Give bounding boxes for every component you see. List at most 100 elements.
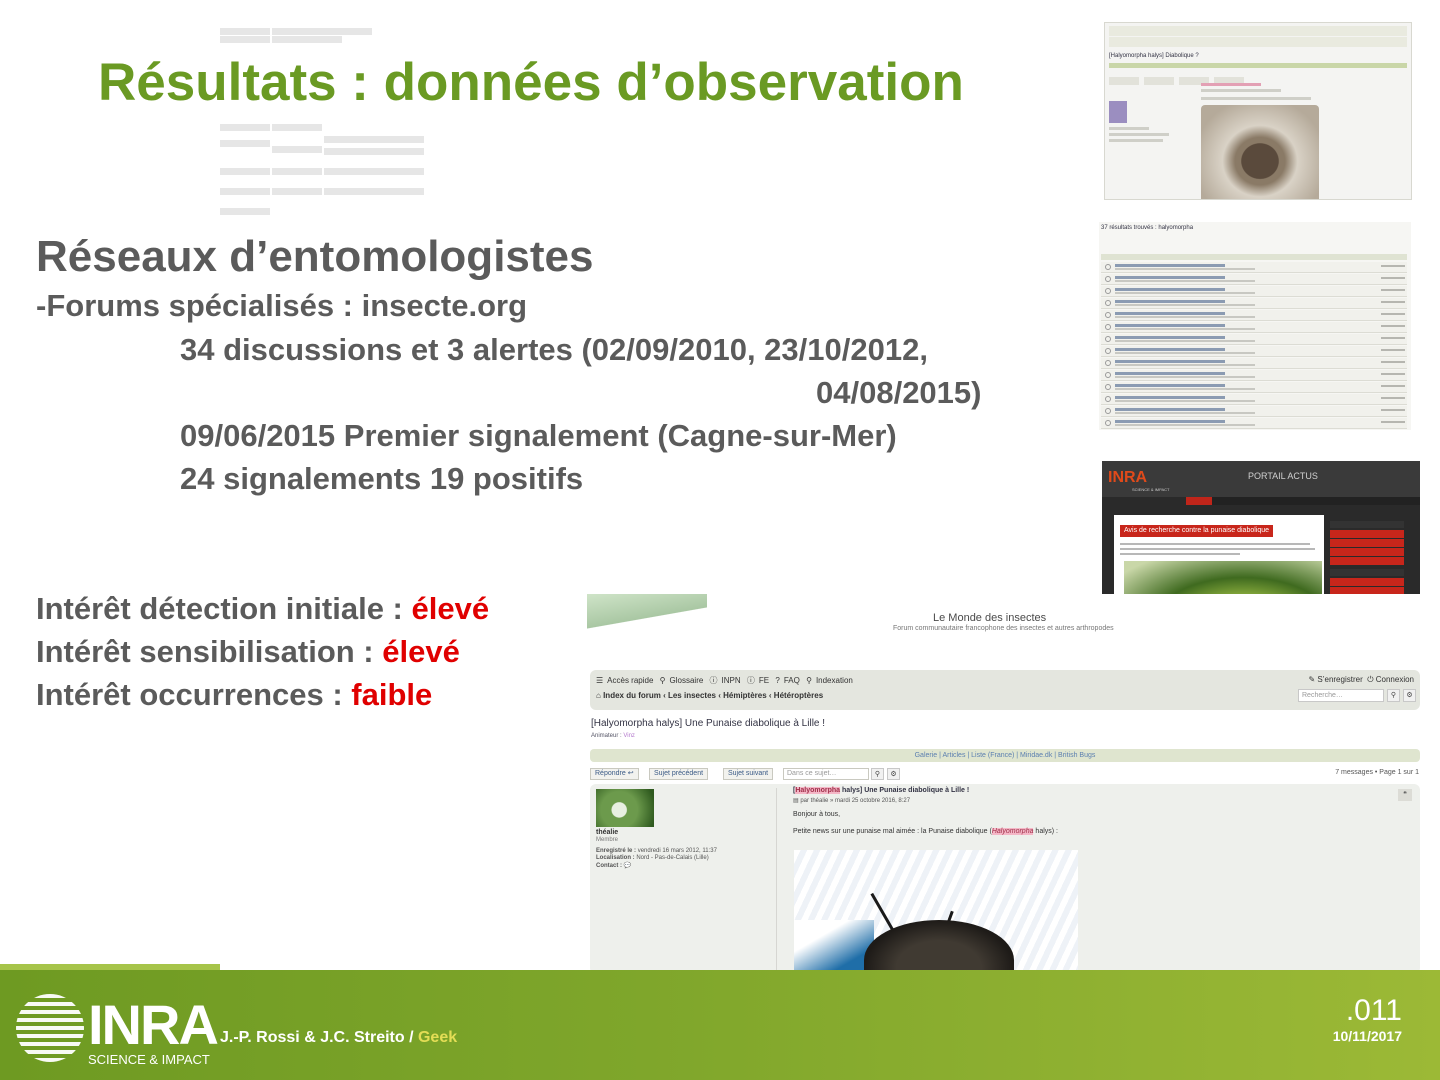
table-row: [1101, 370, 1407, 381]
resource-links[interactable]: Galerie | Articles | Liste (France) | Mi…: [590, 749, 1420, 762]
nav-inpn[interactable]: INPN: [722, 676, 741, 685]
interest-value: élevé: [411, 591, 490, 626]
link-icon: ⚲: [806, 676, 812, 685]
breadcrumb-text[interactable]: Index du forum ‹ Les insectes ‹ Hémiptèr…: [603, 691, 823, 700]
authors: J.-P. Rossi & J.C. Streito / Geek: [220, 1029, 458, 1046]
forum-navbar: [1109, 26, 1407, 36]
register-link[interactable]: S’enregistrer: [1317, 675, 1362, 684]
results-table-header: [1101, 254, 1407, 260]
login-link[interactable]: Connexion: [1376, 675, 1414, 684]
site-logo: [587, 594, 707, 630]
inra-logo: INRA: [88, 993, 219, 1056]
inra-logo-tagline: SCIENCE & IMPACT: [1132, 487, 1170, 492]
screenshot-search-results: 37 résultats trouvés : halyomorpha: [1099, 222, 1411, 430]
animator-name[interactable]: Vinz: [623, 733, 635, 739]
line-first-report: 09/06/2015 Premier signalement (Cagne-su…: [180, 418, 897, 453]
nav-fe[interactable]: FE: [759, 676, 769, 685]
section-heading: Réseaux d’entomologistes: [36, 232, 594, 281]
nav-faq[interactable]: FAQ: [784, 676, 800, 685]
bug-photo: [794, 850, 1078, 971]
table-row: [1101, 274, 1407, 285]
table-row: [1101, 394, 1407, 405]
edit-icon: ✎: [1308, 675, 1316, 684]
forum-post: théalie Membre Enregistré le : vendredi …: [590, 784, 1420, 971]
interest-label: Intérêt détection initiale :: [36, 591, 412, 626]
site-tagline: Forum communautaire francophone des inse…: [893, 625, 1114, 632]
interest-detection: Intérêt détection initiale : élevé: [36, 591, 489, 627]
help-icon: ?: [775, 676, 780, 685]
info-icon: ⓘ: [709, 676, 718, 685]
table-row: [1101, 418, 1407, 429]
breadcrumb: ⌂ Index du forum ‹ Les insectes ‹ Hémipt…: [596, 691, 823, 700]
menu-icon: ☰: [596, 676, 604, 685]
bullet-forums: -Forums spécialisés : insecte.org: [36, 288, 528, 323]
topic-title[interactable]: [Halyomorpha halys] Une Punaise diaboliq…: [591, 718, 825, 729]
next-topic-button[interactable]: Sujet suivant: [723, 768, 774, 780]
table-row: [1101, 346, 1407, 357]
table-row: [1101, 298, 1407, 309]
nav-indexation[interactable]: Indexation: [816, 676, 853, 685]
footer-bar: INRA SCIENCE & IMPACT J.-P. Rossi & J.C.…: [0, 970, 1440, 1080]
home-icon: ⌂: [596, 691, 601, 700]
reply-button[interactable]: Répondre ↩: [590, 768, 639, 780]
table-row: [1101, 286, 1407, 297]
portal-nav: [1186, 497, 1420, 505]
table-row: [1101, 334, 1407, 345]
screenshot-forum-topic: Le Monde des insectes Forum communautair…: [587, 594, 1423, 971]
table-row: [1101, 310, 1407, 321]
post-greeting: Bonjour à tous,: [793, 811, 841, 818]
info-icon: ⓘ: [746, 676, 755, 685]
quote-icon[interactable]: ❝: [1398, 789, 1412, 801]
interest-awareness: Intérêt sensibilisation : élevé: [36, 634, 460, 670]
quick-nav: ☰ Accès rapide ⚲ Glossaire ⓘ INPN ⓘ FE ? FAQ …: [596, 675, 857, 686]
post-user-role: Membre: [596, 837, 619, 843]
nav-glossary[interactable]: Glossaire: [670, 676, 704, 685]
search-input[interactable]: Recherche…: [1298, 689, 1384, 702]
topic-buttons: [1105, 72, 1411, 90]
table-row: [1101, 322, 1407, 333]
inra-tagline: SCIENCE & IMPACT: [88, 1052, 210, 1067]
search-button[interactable]: ⚲: [871, 768, 884, 780]
line-discussions-cont: 04/08/2015): [816, 375, 982, 410]
article-headline: Avis de recherche contre la punaise diab…: [1120, 525, 1274, 537]
search-button[interactable]: ⚲: [1387, 689, 1400, 702]
registered-date: Enregistré le : vendredi 16 mars 2012, 1…: [596, 848, 717, 854]
interest-label: Intérêt occurrences :: [36, 677, 352, 712]
bug-photo: [1201, 105, 1319, 199]
site-name: Le Monde des insectes: [933, 612, 1047, 624]
avatar: [1109, 101, 1127, 123]
avatar: [596, 789, 654, 827]
screenshot-forum-topic-small: [Halyomorpha halys] Diabolique ?: [1104, 22, 1412, 200]
post-body: Petite news sur une punaise mal aimée : …: [793, 828, 1058, 835]
nav-quick-access[interactable]: Accès rapide: [607, 676, 653, 685]
previous-topic-button[interactable]: Sujet précédent: [649, 768, 709, 780]
slide-number: .011: [1345, 994, 1402, 1027]
inra-logo: INRA: [1108, 469, 1148, 486]
topic-title: [Halyomorpha halys] Diabolique ?: [1109, 53, 1199, 59]
table-row: [1101, 358, 1407, 369]
interest-value: faible: [351, 677, 433, 712]
forum-navbar: ☰ Accès rapide ⚲ Glossaire ⓘ INPN ⓘ FE ? FAQ …: [590, 670, 1420, 710]
post-username[interactable]: théalie: [596, 829, 618, 836]
line-reports-count: 24 signalements 19 positifs: [180, 461, 584, 496]
table-row: [1101, 262, 1407, 273]
slide-title: Résultats : données d’observation: [98, 53, 964, 112]
gear-icon[interactable]: ⚙: [887, 768, 900, 780]
pagination: 7 messages • Page 1 sur 1: [1335, 769, 1419, 776]
chat-icon[interactable]: 💬: [624, 863, 631, 869]
line-discussions: 34 discussions et 3 alertes (02/09/2010,…: [180, 332, 928, 367]
post-title: [Halyomorpha halys] Une Punaise diaboliq…: [793, 787, 970, 794]
post-icon: ▤: [793, 798, 799, 804]
search-results-title: 37 résultats trouvés : halyomorpha: [1101, 225, 1194, 231]
interest-label: Intérêt sensibilisation :: [36, 634, 383, 669]
advanced-search-button[interactable]: ⚙: [1403, 689, 1416, 702]
topic-search-input[interactable]: Dans ce sujet…: [783, 768, 869, 780]
tag: Geek: [417, 1029, 458, 1046]
forum-breadcrumb: [1109, 37, 1407, 47]
topic-moderator: Animateur : Vinz: [591, 733, 635, 739]
interest-value: élevé: [382, 634, 460, 669]
inra-globe-icon: [16, 994, 84, 1062]
slide-date: 10/11/2017: [1332, 1028, 1402, 1044]
table-row: [1101, 382, 1407, 393]
post-byline: ▤ par théalie » mardi 25 octobre 2016, 8…: [793, 798, 911, 804]
